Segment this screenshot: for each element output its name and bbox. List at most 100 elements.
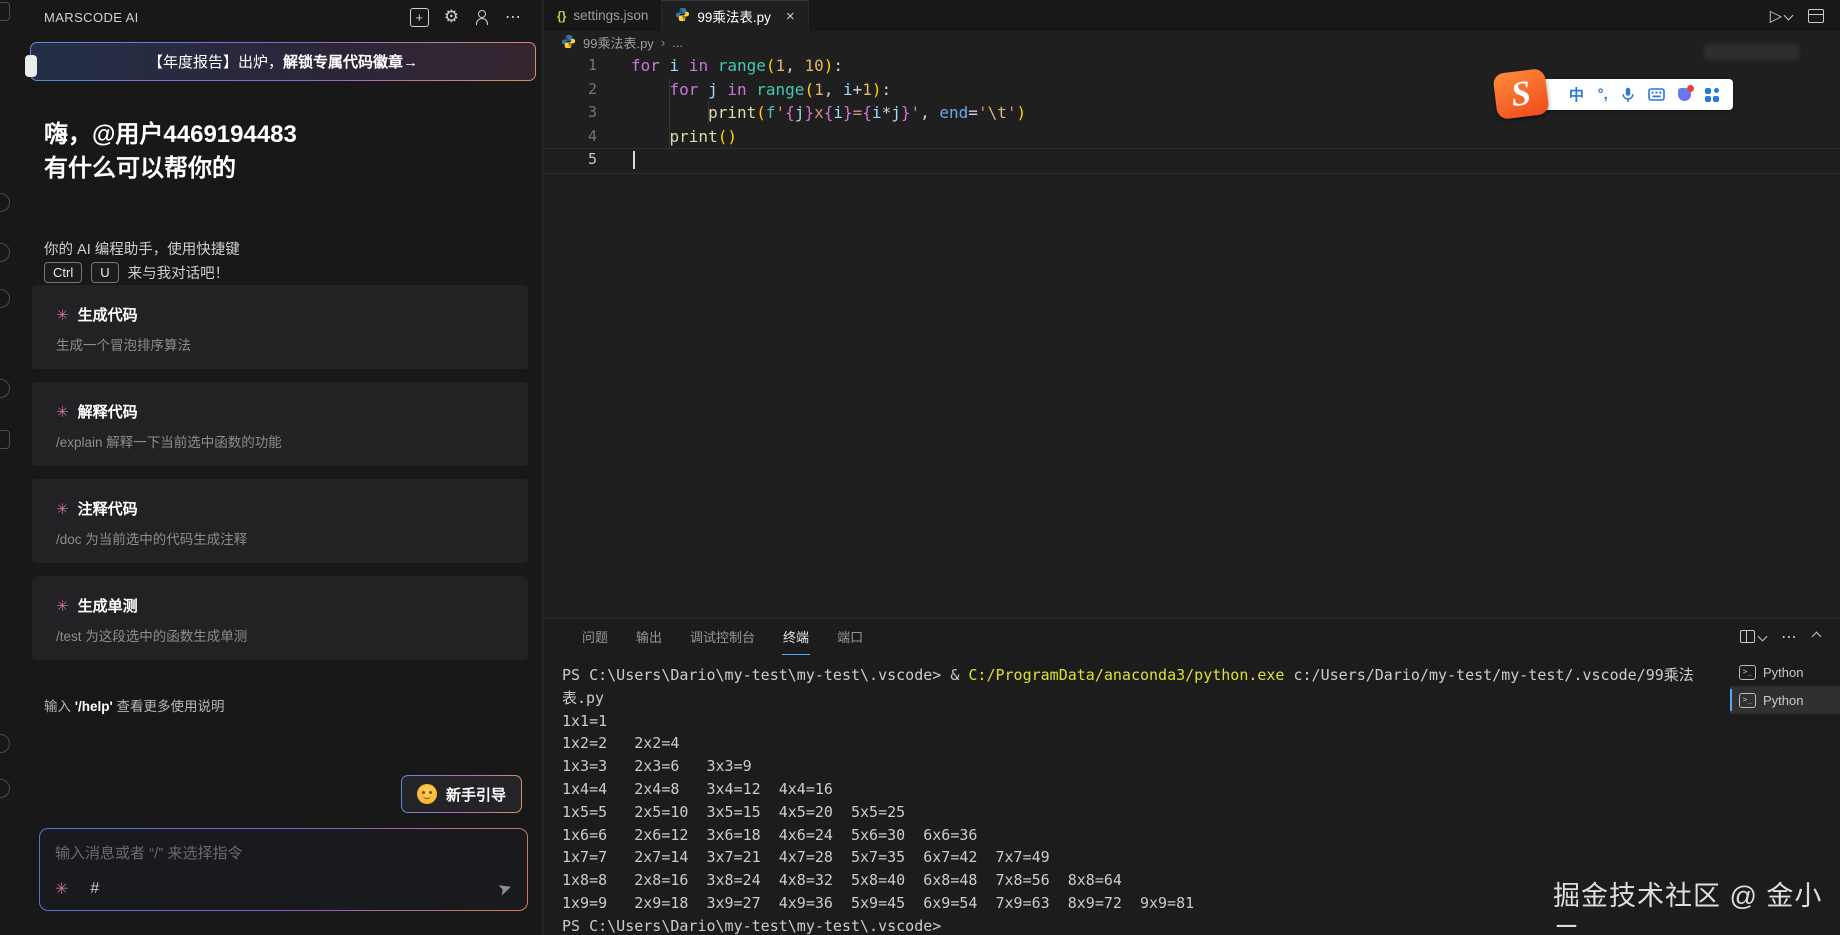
ime-chinese-mode[interactable]: 中 [1569, 84, 1584, 105]
prompt-card-title: ✳解释代码 [56, 401, 508, 422]
sidebar-actions: + ⚙ ⋯ [410, 7, 522, 27]
sidebar-header: MARSCODE AI + ⚙ ⋯ [22, 0, 542, 27]
apps-grid-icon[interactable] [1705, 88, 1719, 102]
guide-button-wrap: 新手引导 [401, 775, 522, 813]
sogou-ime-toolbar: S 中 °, [1495, 66, 1735, 126]
panel-more-icon[interactable]: ⋯ [1781, 627, 1798, 647]
panel-header: 问题输出调试控制台终端端口 ⋯ [544, 619, 1840, 654]
tab-label: settings.json [573, 8, 648, 23]
intro-text: 你的 AI 编程助手，使用快捷键 [44, 238, 240, 259]
panel-tab-2[interactable]: 调试控制台 [676, 619, 769, 654]
split-editor-icon[interactable] [1808, 9, 1824, 23]
chat-input-border: 输入消息或者 “/” 来选择指令 ✳ # ➤ [39, 828, 528, 911]
sparkle-icon: ✳ [56, 597, 69, 615]
new-chat-icon[interactable]: + [410, 8, 429, 27]
activity-icon-partial[interactable] [0, 243, 10, 262]
activity-bar [0, 0, 23, 935]
activity-icon-partial[interactable] [0, 289, 10, 308]
prompt-sparkle-icon[interactable]: ✳ [55, 879, 68, 899]
line-number: 1 [544, 54, 597, 78]
line-number: 4 [544, 125, 597, 149]
panel-tab-4[interactable]: 端口 [823, 619, 877, 654]
json-braces-icon: {} [557, 9, 566, 23]
prompt-card-label: 生成单测 [78, 595, 138, 616]
breadcrumb-separator: › [661, 35, 665, 50]
prompt-card-label: 生成代码 [78, 304, 138, 325]
ime-punctuation-icon[interactable]: °, [1598, 86, 1608, 103]
key-ctrl[interactable]: Ctrl [44, 262, 82, 283]
run-python-file-icon[interactable]: ▷ [1770, 6, 1792, 26]
terminal-list-item-1[interactable]: >_Python [1730, 686, 1840, 714]
beginner-guide-button[interactable]: 新手引导 [402, 776, 521, 812]
editor-actions: ▷ [1770, 0, 1840, 31]
tab-label: 99乘法表.py [697, 6, 771, 26]
prompt-card-title: ✳ 生成单测 [56, 595, 508, 616]
sogou-logo[interactable]: S [1492, 68, 1549, 120]
line-number: 3 [544, 101, 597, 125]
editor-tab-0[interactable]: {} settings.json [544, 0, 662, 31]
send-icon[interactable]: ➤ [495, 877, 515, 900]
editor-tabs: {} settings.json 99乘法表.py × [544, 0, 809, 31]
activity-icon-partial[interactable] [0, 2, 10, 21]
prompt-card-desc: 生成一个冒泡排序算法 [56, 334, 508, 354]
annual-report-banner[interactable]: 【年度报告】出炉，解锁专属代码徽章→ [30, 42, 536, 81]
activity-icon-partial[interactable] [0, 379, 10, 398]
python-icon [675, 7, 690, 25]
intro-suffix: 来与我对话吧！ [128, 262, 230, 283]
activity-icon-partial[interactable] [0, 193, 10, 212]
panel-tab-3[interactable]: 终端 [769, 619, 823, 654]
prompt-card-1[interactable]: ✳解释代码/explain 解释一下当前选中函数的功能 [32, 382, 528, 466]
prompt-card-title: ✳注释代码 [56, 498, 508, 519]
sidebar-title: MARSCODE AI [44, 10, 139, 25]
terminal-label: Python [1763, 665, 1803, 680]
breadcrumb-more[interactable]: ... [672, 35, 683, 50]
more-icon[interactable]: ⋯ [505, 7, 522, 27]
gear-icon[interactable]: ⚙ [444, 7, 459, 27]
hugging-face-emoji [417, 784, 437, 804]
breadcrumb-file[interactable]: 99乘法表.py [583, 33, 654, 52]
panel-tab-1[interactable]: 输出 [622, 619, 676, 654]
chat-input-placeholder: 输入消息或者 “/” 来选择指令 [55, 842, 512, 863]
settings-activity-icon[interactable] [0, 779, 10, 798]
breadcrumb[interactable]: 99乘法表.py › ... [544, 31, 1840, 54]
greeting: 嗨，@用户4469194483 有什么可以帮你的 [44, 118, 297, 186]
maximize-panel-icon[interactable] [1812, 632, 1822, 642]
code-text: print(f'{j}x{i}={i*j}', end='\t') [597, 101, 1026, 125]
code-text: for j in range(1, i+1): [597, 78, 891, 102]
guide-button-label: 新手引导 [446, 784, 506, 805]
terminal-icon: >_ [1739, 693, 1756, 708]
chat-input-toolbar: ✳ # ➤ [55, 879, 512, 899]
editor-tabbar: {} settings.json 99乘法表.py × ▷ [544, 0, 1840, 31]
terminal-list-item-0[interactable]: >_Python [1730, 658, 1840, 686]
prompt-card-0[interactable]: ✳ 生成代码生成一个冒泡排序算法 [32, 285, 528, 369]
prompt-card-label: 注释代码 [78, 498, 138, 519]
sparkle-icon: ✳ [56, 306, 69, 324]
panel-actions: ⋯ [1740, 627, 1830, 647]
keyboard-icon[interactable] [1648, 88, 1665, 101]
run-dropdown-icon[interactable] [1784, 11, 1794, 21]
key-u[interactable]: U [91, 262, 118, 283]
panel-tab-0[interactable]: 问题 [568, 619, 622, 654]
panel-tabs: 问题输出调试控制台终端端口 [568, 619, 877, 654]
ime-bar: 中 °, [1541, 79, 1733, 110]
greeting-line2: 有什么可以帮你的 [44, 155, 236, 182]
text-cursor [633, 151, 635, 169]
mic-icon[interactable] [1622, 87, 1634, 103]
split-terminal-icon[interactable] [1740, 630, 1766, 643]
chat-input[interactable]: 输入消息或者 “/” 来选择指令 ✳ # ➤ [40, 829, 527, 910]
prompt-card-2[interactable]: ✳注释代码/doc 为当前选中的代码生成注释 [32, 479, 528, 563]
prompt-card-3[interactable]: ✳生成单测/test 为这段选中的函数生成单测 [32, 576, 528, 660]
prompt-cards: ✳ 生成代码生成一个冒泡排序算法 ✳解释代码/explain 解释一下当前选中函数的… [32, 285, 528, 660]
sparkle-icon: ✳ [56, 403, 69, 421]
account-icon[interactable] [474, 9, 490, 25]
account-activity-icon[interactable] [0, 734, 10, 753]
prompt-card-title: ✳ 生成代码 [56, 304, 508, 325]
editor-tab-1[interactable]: 99乘法表.py × [662, 0, 808, 31]
context-hash-icon[interactable]: # [90, 880, 99, 898]
activity-icon-partial[interactable] [0, 430, 10, 449]
shortcut-row: Ctrl U 来与我对话吧！ [44, 262, 229, 283]
code-line: 5 [544, 148, 1840, 172]
close-icon[interactable]: × [786, 8, 795, 25]
skin-palette-icon[interactable] [1678, 88, 1691, 101]
marscode-sidebar: MARSCODE AI + ⚙ ⋯ 【年度报告】出炉，解锁专属代码徽章→ 嗨，@… [22, 0, 543, 935]
